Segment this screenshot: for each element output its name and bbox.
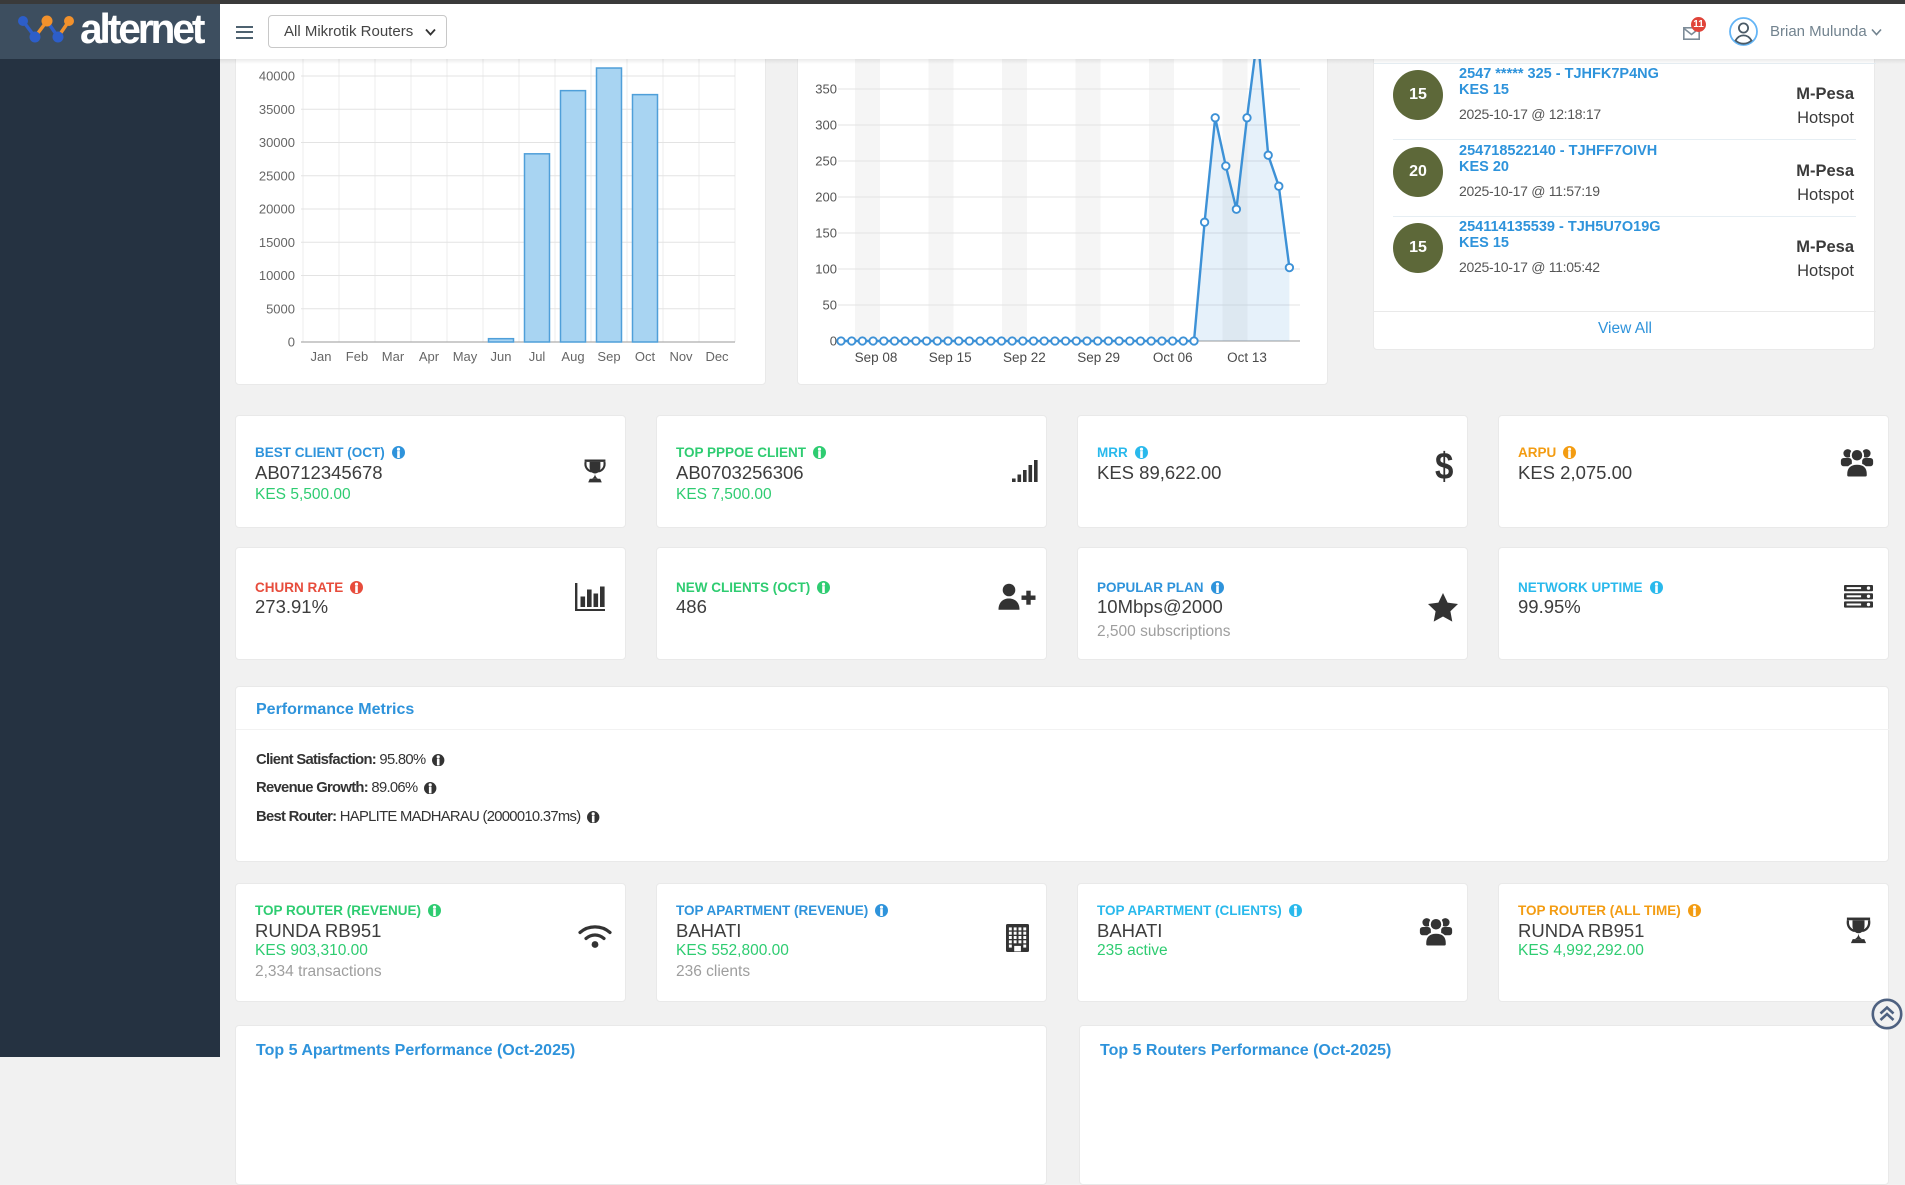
svg-text:Sep 08: Sep 08 <box>855 350 898 365</box>
svg-text:350: 350 <box>815 82 837 97</box>
svg-text:50: 50 <box>823 298 837 313</box>
svg-text:150: 150 <box>815 226 837 241</box>
svg-text:5000: 5000 <box>266 301 295 316</box>
svg-text:May: May <box>453 349 478 364</box>
svg-text:300: 300 <box>815 118 837 133</box>
svg-text:Oct 06: Oct 06 <box>1153 350 1193 365</box>
svg-text:25000: 25000 <box>259 168 295 183</box>
svg-text:35000: 35000 <box>259 102 295 117</box>
svg-text:Dec: Dec <box>705 349 729 364</box>
svg-text:250: 250 <box>815 154 837 169</box>
svg-text:Jun: Jun <box>491 349 512 364</box>
svg-text:100: 100 <box>815 262 837 277</box>
svg-text:0: 0 <box>288 335 295 350</box>
svg-text:Feb: Feb <box>346 349 368 364</box>
svg-text:Oct 13: Oct 13 <box>1227 350 1267 365</box>
svg-text:40000: 40000 <box>259 69 295 84</box>
svg-text:Nov: Nov <box>669 349 693 364</box>
svg-text:30000: 30000 <box>259 135 295 150</box>
svg-text:Jul: Jul <box>529 349 546 364</box>
svg-text:20000: 20000 <box>259 202 295 217</box>
svg-text:Aug: Aug <box>561 349 584 364</box>
svg-text:15000: 15000 <box>259 235 295 250</box>
svg-text:200: 200 <box>815 190 837 205</box>
svg-text:Sep 22: Sep 22 <box>1003 350 1046 365</box>
svg-text:0: 0 <box>830 334 837 349</box>
svg-text:Sep: Sep <box>597 349 620 364</box>
svg-text:Jan: Jan <box>311 349 332 364</box>
svg-text:Oct: Oct <box>635 349 656 364</box>
svg-text:Sep 29: Sep 29 <box>1077 350 1120 365</box>
svg-text:Mar: Mar <box>382 349 405 364</box>
svg-text:10000: 10000 <box>259 268 295 283</box>
svg-text:Apr: Apr <box>419 349 440 364</box>
svg-text:Sep 15: Sep 15 <box>929 350 972 365</box>
